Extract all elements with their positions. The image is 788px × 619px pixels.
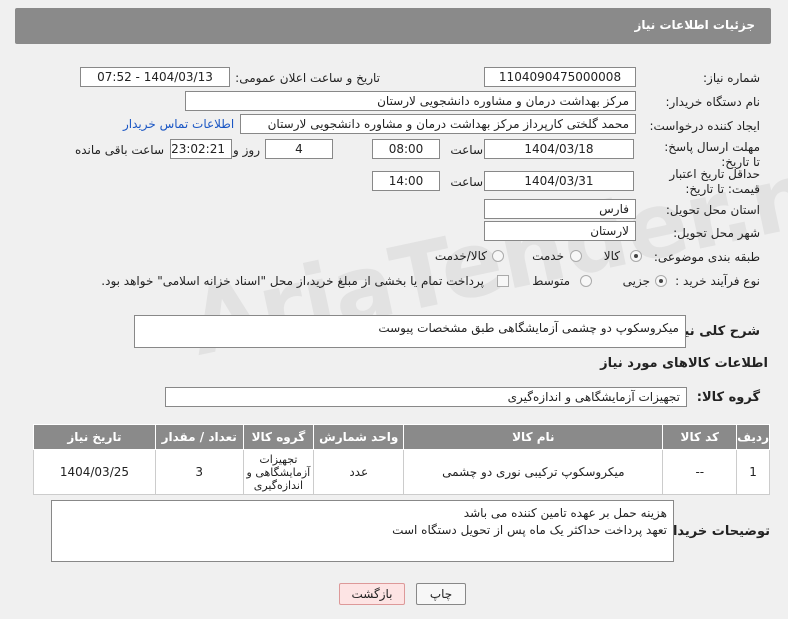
category-both-radio[interactable] bbox=[492, 250, 504, 262]
cell-unit: عدد bbox=[313, 449, 405, 495]
treasury-payment-checkbox[interactable] bbox=[497, 275, 509, 287]
deadline-label: مهلت ارسال پاسخ: تا تاریخ: bbox=[664, 140, 760, 169]
buyer-notes-line-1: هزینه حمل بر عهده تامین کننده می باشد bbox=[463, 506, 667, 520]
buyer-org-label: نام دستگاه خریدار: bbox=[665, 95, 761, 109]
col-date-header: تاریخ نیاز bbox=[33, 424, 156, 450]
deadline-date-field[interactable]: 1404/03/18 bbox=[484, 139, 634, 159]
goods-group-label: گروه کالا: bbox=[696, 390, 760, 405]
cell-code: -- bbox=[662, 449, 738, 495]
category-label: طبقه بندی موضوعی: bbox=[653, 250, 760, 264]
need-number-label: شماره نیاز: bbox=[703, 71, 760, 85]
process-medium-label: متوسط bbox=[532, 274, 570, 288]
buyer-org-field[interactable]: مرکز بهداشت درمان و مشاوره دانشجویی لارس… bbox=[185, 91, 636, 111]
cell-qty: 3 bbox=[154, 449, 244, 495]
process-medium-radio[interactable] bbox=[580, 275, 592, 287]
announce-field[interactable]: 1404/03/13 - 07:52 bbox=[80, 67, 230, 87]
price-valid-label: حداقل تاریخ اعتبار قیمت: تا تاریخ: bbox=[669, 167, 760, 196]
col-row-header: ردیف bbox=[736, 424, 770, 450]
treasury-payment-note: پرداخت تمام یا بخشی از مبلغ خرید،از محل … bbox=[101, 274, 484, 288]
price-valid-time-label: ساعت bbox=[450, 175, 483, 189]
city-field[interactable]: لارستان bbox=[484, 221, 636, 241]
price-valid-time-field[interactable]: 14:00 bbox=[372, 171, 440, 191]
page-header: جزئیات اطلاعات نیاز bbox=[15, 8, 771, 44]
col-code-header: کد کالا bbox=[662, 424, 738, 450]
col-group-header: گروه کالا bbox=[242, 424, 315, 450]
col-name-header: نام کالا bbox=[403, 424, 664, 450]
process-minor-radio[interactable] bbox=[655, 275, 667, 287]
back-button[interactable]: بازگشت bbox=[339, 583, 405, 605]
buyer-notes-field[interactable]: هزینه حمل بر عهده تامین کننده می باشد تع… bbox=[51, 500, 674, 562]
requester-label: ایجاد کننده درخواست: bbox=[649, 119, 760, 133]
days-field[interactable]: 4 bbox=[265, 139, 333, 159]
description-field[interactable]: میکروسکوپ دو چشمی آزمایشگاهی طبق مشخصات … bbox=[134, 315, 686, 348]
requester-field[interactable]: محمد گلختی کارپرداز مرکز بهداشت درمان و … bbox=[240, 114, 636, 134]
price-valid-date-field[interactable]: 1404/03/31 bbox=[484, 171, 634, 191]
province-field[interactable]: فارس bbox=[484, 199, 636, 219]
table-row[interactable]: 1 -- میکروسکوپ ترکیبی نوری دو چشمی عدد ت… bbox=[33, 449, 770, 495]
category-service-label: خدمت bbox=[532, 249, 564, 263]
goods-section-title: اطلاعات کالاهای مورد نیاز bbox=[600, 356, 768, 371]
cell-date: 1404/03/25 bbox=[33, 449, 156, 495]
print-button[interactable]: چاپ bbox=[416, 583, 466, 605]
col-qty-header: تعداد / مقدار bbox=[154, 424, 244, 450]
page-title: جزئیات اطلاعات نیاز bbox=[634, 18, 755, 32]
buyer-notes-line-2: تعهد پرداخت حداکثر یک ماه پس از تحویل دس… bbox=[392, 523, 667, 537]
col-unit-header: واحد شمارش bbox=[313, 424, 405, 450]
announce-label: تاریخ و ساعت اعلان عمومی: bbox=[235, 71, 380, 85]
category-goods-label: کالا bbox=[603, 249, 620, 263]
days-label: روز و bbox=[233, 143, 260, 157]
deadline-time-label: ساعت bbox=[450, 143, 483, 157]
cell-row-number: 1 bbox=[736, 449, 770, 495]
category-both-label: کالا/خدمت bbox=[434, 249, 487, 263]
category-goods-radio[interactable] bbox=[630, 250, 642, 262]
deadline-time-field[interactable]: 08:00 bbox=[372, 139, 440, 159]
remaining-label: ساعت باقی مانده bbox=[74, 143, 164, 157]
remaining-time-field[interactable]: 23:02:21 bbox=[170, 139, 232, 159]
buyer-notes-label: توضیحات خریدار: bbox=[660, 524, 770, 539]
category-service-radio[interactable] bbox=[570, 250, 582, 262]
cell-name: میکروسکوپ ترکیبی نوری دو چشمی bbox=[403, 449, 664, 495]
province-label: استان محل تحویل: bbox=[665, 203, 760, 217]
goods-group-field[interactable]: تجهیزات آزمایشگاهی و اندازه‌گیری bbox=[165, 387, 687, 407]
cell-group: تجهیزات آزمایشگاهی و اندازه‌گیری bbox=[242, 449, 315, 495]
process-label: نوع فرآیند خرید : bbox=[675, 274, 760, 288]
need-number-field[interactable]: 1104090475000008 bbox=[484, 67, 636, 87]
city-label: شهر محل تحویل: bbox=[673, 226, 760, 240]
process-minor-label: جزیی bbox=[622, 274, 650, 288]
contact-info-link[interactable]: اطلاعات تماس خریدار bbox=[123, 117, 234, 131]
table-header-row: ردیف کد کالا نام کالا واحد شمارش گروه کا… bbox=[33, 424, 770, 450]
items-table: ردیف کد کالا نام کالا واحد شمارش گروه کا… bbox=[33, 424, 770, 495]
